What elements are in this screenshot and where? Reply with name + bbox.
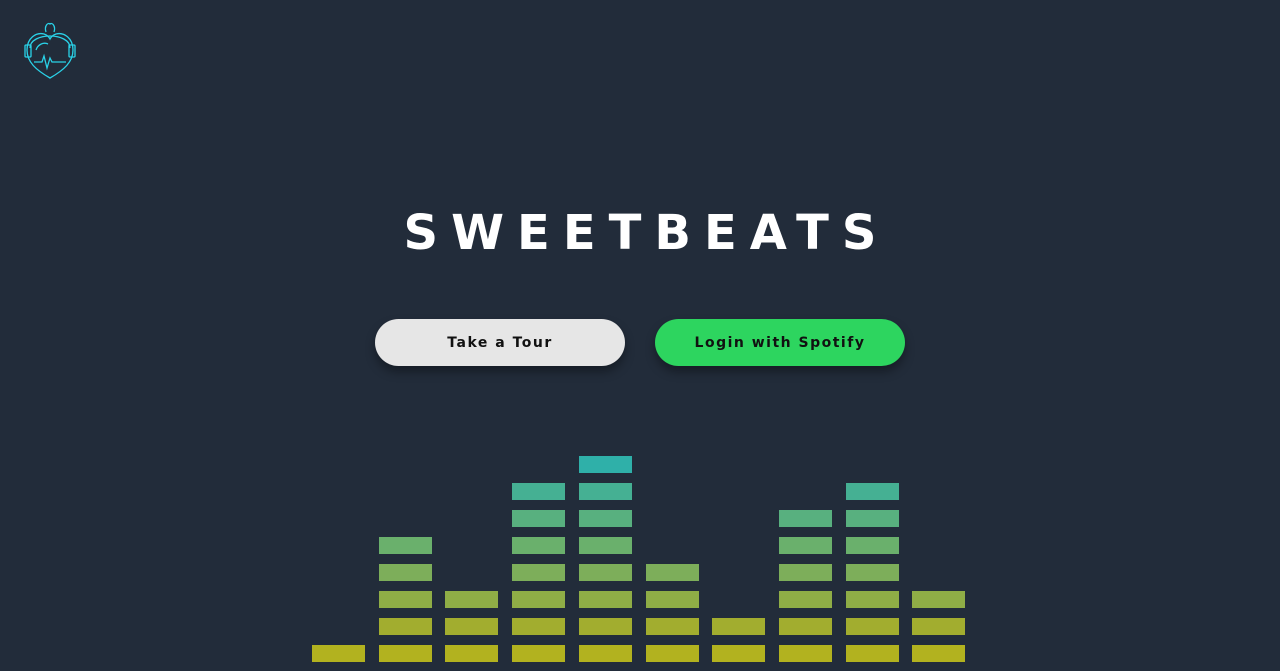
equalizer-segment xyxy=(445,618,498,635)
equalizer-segment xyxy=(579,645,632,662)
equalizer-column xyxy=(712,618,765,662)
equalizer-column xyxy=(779,510,832,662)
equalizer-segment xyxy=(646,564,699,581)
equalizer-column xyxy=(512,483,565,662)
equalizer-segment xyxy=(846,510,899,527)
equalizer-segment xyxy=(912,618,965,635)
equalizer-segment xyxy=(912,645,965,662)
equalizer-segment xyxy=(779,564,832,581)
equalizer-column xyxy=(312,645,365,662)
equalizer-column xyxy=(646,564,699,662)
equalizer-segment xyxy=(846,618,899,635)
equalizer-column xyxy=(445,591,498,662)
equalizer-segment xyxy=(846,537,899,554)
equalizer-segment xyxy=(512,618,565,635)
equalizer-segment xyxy=(846,645,899,662)
equalizer-segment xyxy=(912,591,965,608)
equalizer-segment xyxy=(846,483,899,500)
equalizer-column xyxy=(379,537,432,662)
equalizer-segment xyxy=(646,591,699,608)
equalizer-segment xyxy=(445,645,498,662)
equalizer-segment xyxy=(712,645,765,662)
equalizer-segment xyxy=(779,645,832,662)
equalizer-segment xyxy=(779,537,832,554)
equalizer-segment xyxy=(379,537,432,554)
equalizer-segment xyxy=(312,645,365,662)
equalizer-segment xyxy=(379,645,432,662)
equalizer-segment xyxy=(512,645,565,662)
equalizer-graphic xyxy=(312,456,965,662)
equalizer-segment xyxy=(646,618,699,635)
equalizer-segment xyxy=(579,537,632,554)
equalizer-column xyxy=(912,591,965,662)
equalizer-segment xyxy=(579,510,632,527)
equalizer-segment xyxy=(379,564,432,581)
equalizer-segment xyxy=(579,483,632,500)
equalizer-segment xyxy=(379,591,432,608)
equalizer-segment xyxy=(579,456,632,473)
equalizer-segment xyxy=(646,645,699,662)
equalizer-segment xyxy=(512,510,565,527)
equalizer-segment xyxy=(512,537,565,554)
equalizer-segment xyxy=(579,591,632,608)
equalizer-segment xyxy=(579,564,632,581)
equalizer-column xyxy=(579,456,632,662)
equalizer-segment xyxy=(846,591,899,608)
equalizer-segment xyxy=(379,618,432,635)
equalizer-segment xyxy=(779,591,832,608)
equalizer-segment xyxy=(512,564,565,581)
equalizer-segment xyxy=(779,510,832,527)
equalizer-segment xyxy=(579,618,632,635)
equalizer-segment xyxy=(846,564,899,581)
equalizer-segment xyxy=(712,618,765,635)
equalizer-segment xyxy=(445,591,498,608)
equalizer-column xyxy=(846,483,899,662)
equalizer-segment xyxy=(779,618,832,635)
equalizer-segment xyxy=(512,483,565,500)
equalizer-segment xyxy=(512,591,565,608)
